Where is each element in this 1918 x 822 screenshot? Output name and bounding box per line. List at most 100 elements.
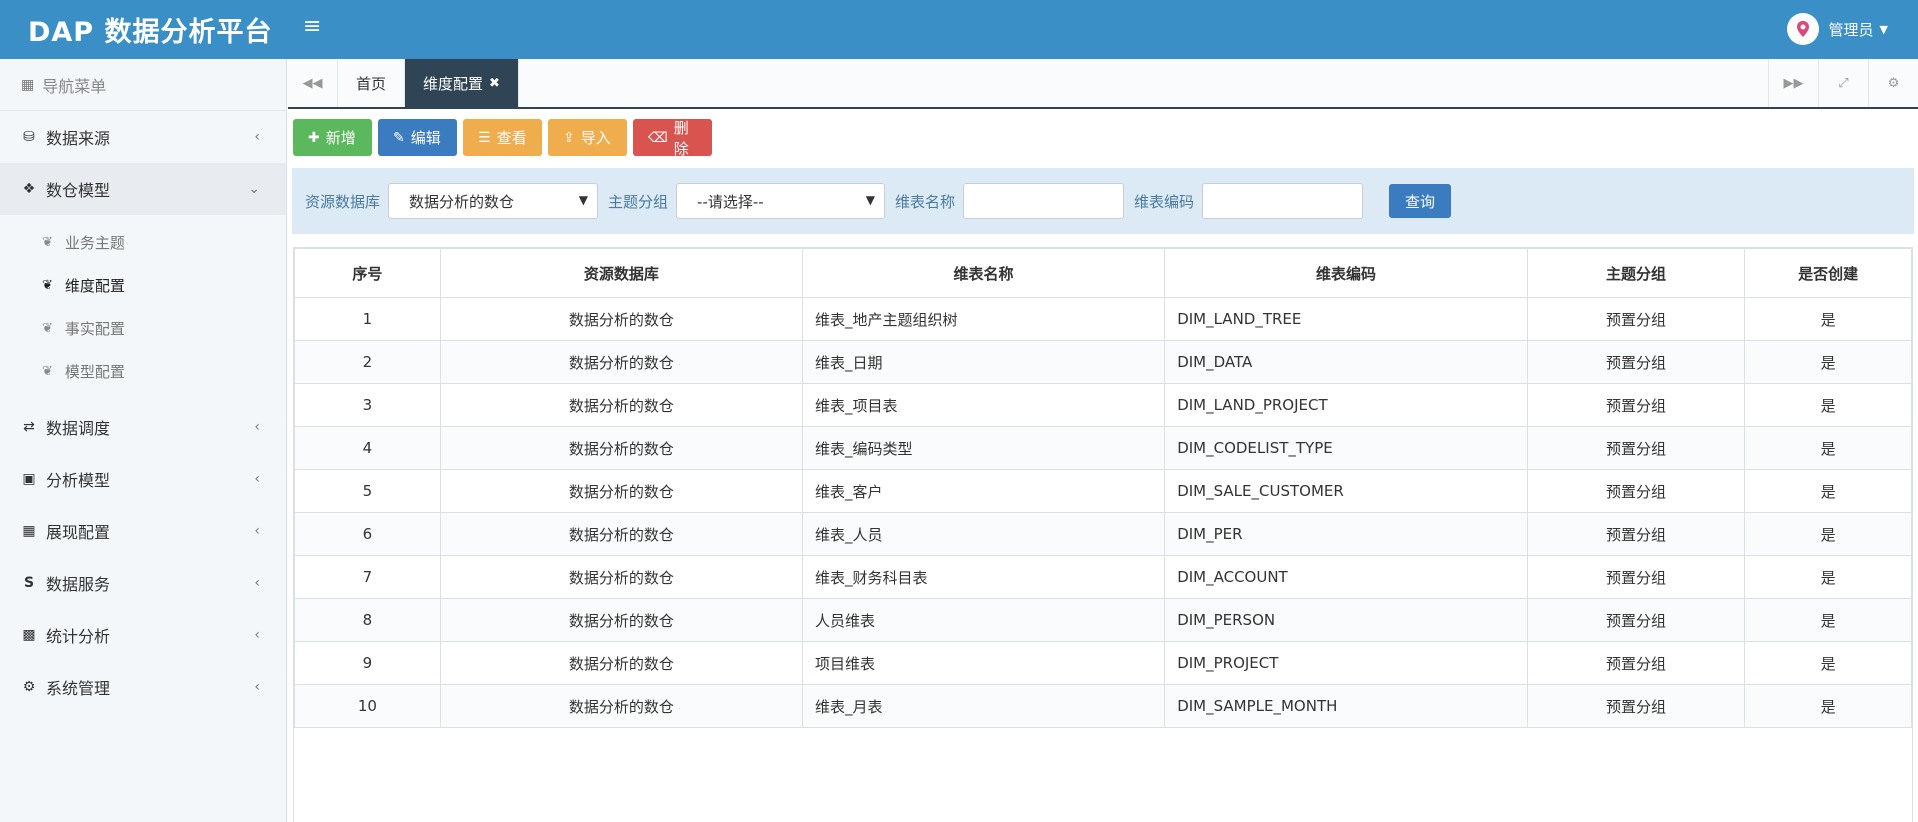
cell-index: 8 xyxy=(294,598,441,642)
sidebar-subitem-fact-config[interactable]: ❦ 事实配置 xyxy=(0,307,286,350)
sidebar-item-data-source[interactable]: ⛁ 数据来源 ‹ xyxy=(0,111,286,163)
tab-scroll-left-icon[interactable]: ◀◀ xyxy=(288,59,338,107)
cell-created: 是 xyxy=(1744,340,1912,384)
col-table-name[interactable]: 维表名称 xyxy=(801,248,1166,298)
film-icon: ▦ xyxy=(22,523,36,539)
edit-icon: ✎ xyxy=(393,129,405,146)
desktop-icon: ▣ xyxy=(22,471,36,487)
name-input[interactable] xyxy=(963,183,1125,219)
col-created[interactable]: 是否创建 xyxy=(1744,248,1912,298)
cell-index: 10 xyxy=(294,684,441,728)
cell-created: 是 xyxy=(1744,469,1912,513)
cell-table-name: 维表_人员 xyxy=(801,512,1166,556)
cell-table-name: 维表_财务科目表 xyxy=(801,555,1166,599)
sidebar-item-data-service[interactable]: S 数据服务 ‹ xyxy=(0,557,286,609)
chevron-left-icon: ‹ xyxy=(254,471,260,487)
cell-database: 数据分析的数仓 xyxy=(439,684,803,728)
gear-icon: ⚙ xyxy=(22,679,36,695)
tab-scroll-right-icon[interactable]: ▶▶ xyxy=(1768,59,1818,107)
query-button[interactable]: 查询 xyxy=(1389,184,1452,218)
db-label: 资源数据库 xyxy=(305,192,381,211)
chevron-left-icon: ‹ xyxy=(254,129,260,145)
tab-home[interactable]: 首页 xyxy=(338,59,406,107)
table-row[interactable]: 1 数据分析的数仓 维表_地产主题组织树 DIM_LAND_TREE 预置分组是 xyxy=(294,297,1912,341)
cell-created: 是 xyxy=(1744,426,1912,470)
chevron-down-icon: ⌄ xyxy=(248,181,260,197)
cell-index: 5 xyxy=(294,469,441,513)
cell-table-code: DIM_PER xyxy=(1164,512,1528,556)
gear-icon[interactable]: ⚙ xyxy=(1868,59,1918,107)
tab-dimension-config[interactable]: 维度配置 ✖ xyxy=(405,59,519,107)
cell-index: 2 xyxy=(294,340,441,384)
cell-index: 9 xyxy=(294,641,441,685)
view-button[interactable]: ☰ 查看 xyxy=(463,119,542,156)
cell-table-name: 维表_地产主题组织树 xyxy=(801,297,1166,341)
delete-button[interactable]: ⌫ 删除 xyxy=(633,119,712,158)
cell-table-code: DIM_ACCOUNT xyxy=(1164,555,1528,599)
cell-database: 数据分析的数仓 xyxy=(439,641,803,685)
table-row[interactable]: 3 数据分析的数仓 维表_项目表 DIM_LAND_PROJECT 预置分组是 xyxy=(294,383,1912,427)
sidebar-item-analysis-model[interactable]: ▣ 分析模型 ‹ xyxy=(0,453,286,505)
table-row[interactable]: 9 数据分析的数仓 项目维表 DIM_PROJECT 预置分组是 xyxy=(294,641,1912,685)
sidebar-item-system[interactable]: ⚙ 系统管理 ‹ xyxy=(0,661,286,713)
s-icon: S xyxy=(23,575,35,591)
cell-table-name: 维表_日期 xyxy=(801,340,1166,384)
col-index[interactable]: 序号 xyxy=(294,248,441,298)
import-button[interactable]: ⇪ 导入 xyxy=(548,119,627,156)
db-select[interactable]: 数据分析的数仓 ▼ xyxy=(388,183,599,219)
cell-table-name: 维表_编码类型 xyxy=(801,426,1166,470)
caret-down-icon: ▼ xyxy=(1879,22,1888,36)
table-row[interactable]: 8 数据分析的数仓 人员维表 DIM_PERSON 预置分组是 xyxy=(294,598,1912,642)
col-group[interactable]: 主题分组 xyxy=(1526,248,1746,298)
cell-created: 是 xyxy=(1744,383,1912,427)
fullscreen-icon[interactable]: ⤢ xyxy=(1818,59,1868,107)
sidebar-subitem-dimension-config[interactable]: ❦ 维度配置 xyxy=(0,264,286,307)
sidebar-item-statistics[interactable]: ▩ 统计分析 ‹ xyxy=(0,609,286,661)
menu-toggle-icon[interactable]: ≡ xyxy=(303,14,321,39)
cell-database: 数据分析的数仓 xyxy=(439,598,803,642)
user-menu[interactable]: 管理员 ▼ xyxy=(1786,13,1888,45)
data-table: 序号 资源数据库 维表名称 维表编码 主题分组 是否创建 1 数据分析的数仓 维表_… xyxy=(293,247,1913,822)
sidebar-subitem-business-theme[interactable]: ❦ 业务主题 xyxy=(0,221,286,264)
sidebar-item-display-config[interactable]: ▦ 展现配置 ‹ xyxy=(0,505,286,557)
code-label: 维表编码 xyxy=(1134,192,1195,211)
sidebar: ▦ 导航菜单 ⛁ 数据来源 ‹ ❖ 数仓模型 ⌄ ❦ 业务主题 ❦ 维度配置 ❦… xyxy=(0,59,287,822)
group-label: 主题分组 xyxy=(608,192,669,211)
app-logo: DAP 数据分析平台 xyxy=(28,17,273,48)
sidebar-item-data-scheduling[interactable]: ⇄ 数据调度 ‹ xyxy=(0,401,286,453)
chevron-left-icon: ‹ xyxy=(254,679,260,695)
col-table-code[interactable]: 维表编码 xyxy=(1164,248,1528,298)
cell-database: 数据分析的数仓 xyxy=(439,555,803,599)
cell-group: 预置分组 xyxy=(1526,469,1746,513)
cell-group: 预置分组 xyxy=(1526,426,1746,470)
table-row[interactable]: 10 数据分析的数仓 维表_月表 DIM_SAMPLE_MONTH 预置分组是 xyxy=(294,684,1912,728)
user-name: 管理员 xyxy=(1828,20,1874,39)
toolbar: ✚ 新增 ✎ 编辑 ☰ 查看 ⇪ 导入 ⌫ 删除 xyxy=(293,119,712,158)
cell-group: 预置分组 xyxy=(1526,641,1746,685)
table-row[interactable]: 7 数据分析的数仓 维表_财务科目表 DIM_ACCOUNT 预置分组是 xyxy=(294,555,1912,599)
cell-index: 7 xyxy=(294,555,441,599)
submenu: ❦ 业务主题 ❦ 维度配置 ❦ 事实配置 ❦ 模型配置 xyxy=(0,215,286,401)
bar-chart-icon: ▩ xyxy=(22,627,36,643)
sidebar-subitem-model-config[interactable]: ❦ 模型配置 xyxy=(0,350,286,393)
table-row[interactable]: 4 数据分析的数仓 维表_编码类型 DIM_CODELIST_TYPE 预置分组是 xyxy=(294,426,1912,470)
add-button[interactable]: ✚ 新增 xyxy=(293,119,372,156)
close-icon[interactable]: ✖ xyxy=(489,76,500,91)
table-row[interactable]: 6 数据分析的数仓 维表_人员 DIM_PER 预置分组是 xyxy=(294,512,1912,556)
shuffle-icon: ⇄ xyxy=(23,419,35,435)
cell-database: 数据分析的数仓 xyxy=(439,512,803,556)
cell-table-name: 维表_客户 xyxy=(801,469,1166,513)
table-row[interactable]: 2 数据分析的数仓 维表_日期 DIM_DATA 预置分组是 xyxy=(294,340,1912,384)
cell-database: 数据分析的数仓 xyxy=(439,340,803,384)
cell-created: 是 xyxy=(1744,598,1912,642)
col-database[interactable]: 资源数据库 xyxy=(439,248,803,298)
cell-database: 数据分析的数仓 xyxy=(439,426,803,470)
table-row[interactable]: 5 数据分析的数仓 维表_客户 DIM_SALE_CUSTOMER 预置分组是 xyxy=(294,469,1912,513)
cell-table-name: 维表_项目表 xyxy=(801,383,1166,427)
leaf-icon: ❦ xyxy=(42,364,53,379)
code-input[interactable] xyxy=(1202,183,1364,219)
group-select[interactable]: --请选择-- ▼ xyxy=(676,183,886,219)
edit-button[interactable]: ✎ 编辑 xyxy=(378,119,457,156)
cell-index: 3 xyxy=(294,383,441,427)
sidebar-item-warehouse-model[interactable]: ❖ 数仓模型 ⌄ xyxy=(0,163,286,215)
